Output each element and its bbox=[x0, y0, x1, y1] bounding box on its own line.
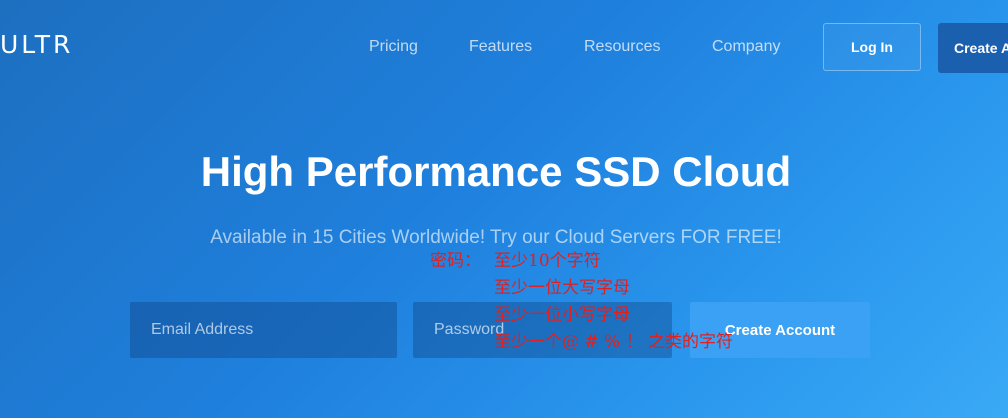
annotation-line: 至少10个字符 bbox=[494, 251, 601, 271]
nav-link-features[interactable]: Features bbox=[469, 38, 532, 56]
annotation-label: 密码： bbox=[430, 251, 481, 271]
annotation-line: 至少一个@ # % ！ 之类的字符 bbox=[494, 332, 734, 352]
header-create-account-button[interactable]: Create Account bbox=[938, 23, 1008, 73]
hero-subtitle: Available in 15 Cities Worldwide! Try ou… bbox=[210, 227, 782, 248]
login-button[interactable]: Log In bbox=[823, 23, 921, 71]
annotation-line: 至少一位大写字母 bbox=[494, 278, 630, 298]
top-navigation-bar: ULTR Pricing Features Resources Company … bbox=[0, 0, 1008, 96]
email-field[interactable] bbox=[130, 302, 397, 358]
nav-link-resources[interactable]: Resources bbox=[584, 38, 660, 56]
annotation-line: 至少一位小写字母 bbox=[494, 305, 630, 325]
nav-link-pricing[interactable]: Pricing bbox=[369, 38, 418, 56]
brand-logo[interactable]: ULTR bbox=[0, 30, 73, 59]
hero-title: High Performance SSD Cloud bbox=[200, 148, 792, 195]
nav-link-company[interactable]: Company bbox=[712, 38, 780, 56]
